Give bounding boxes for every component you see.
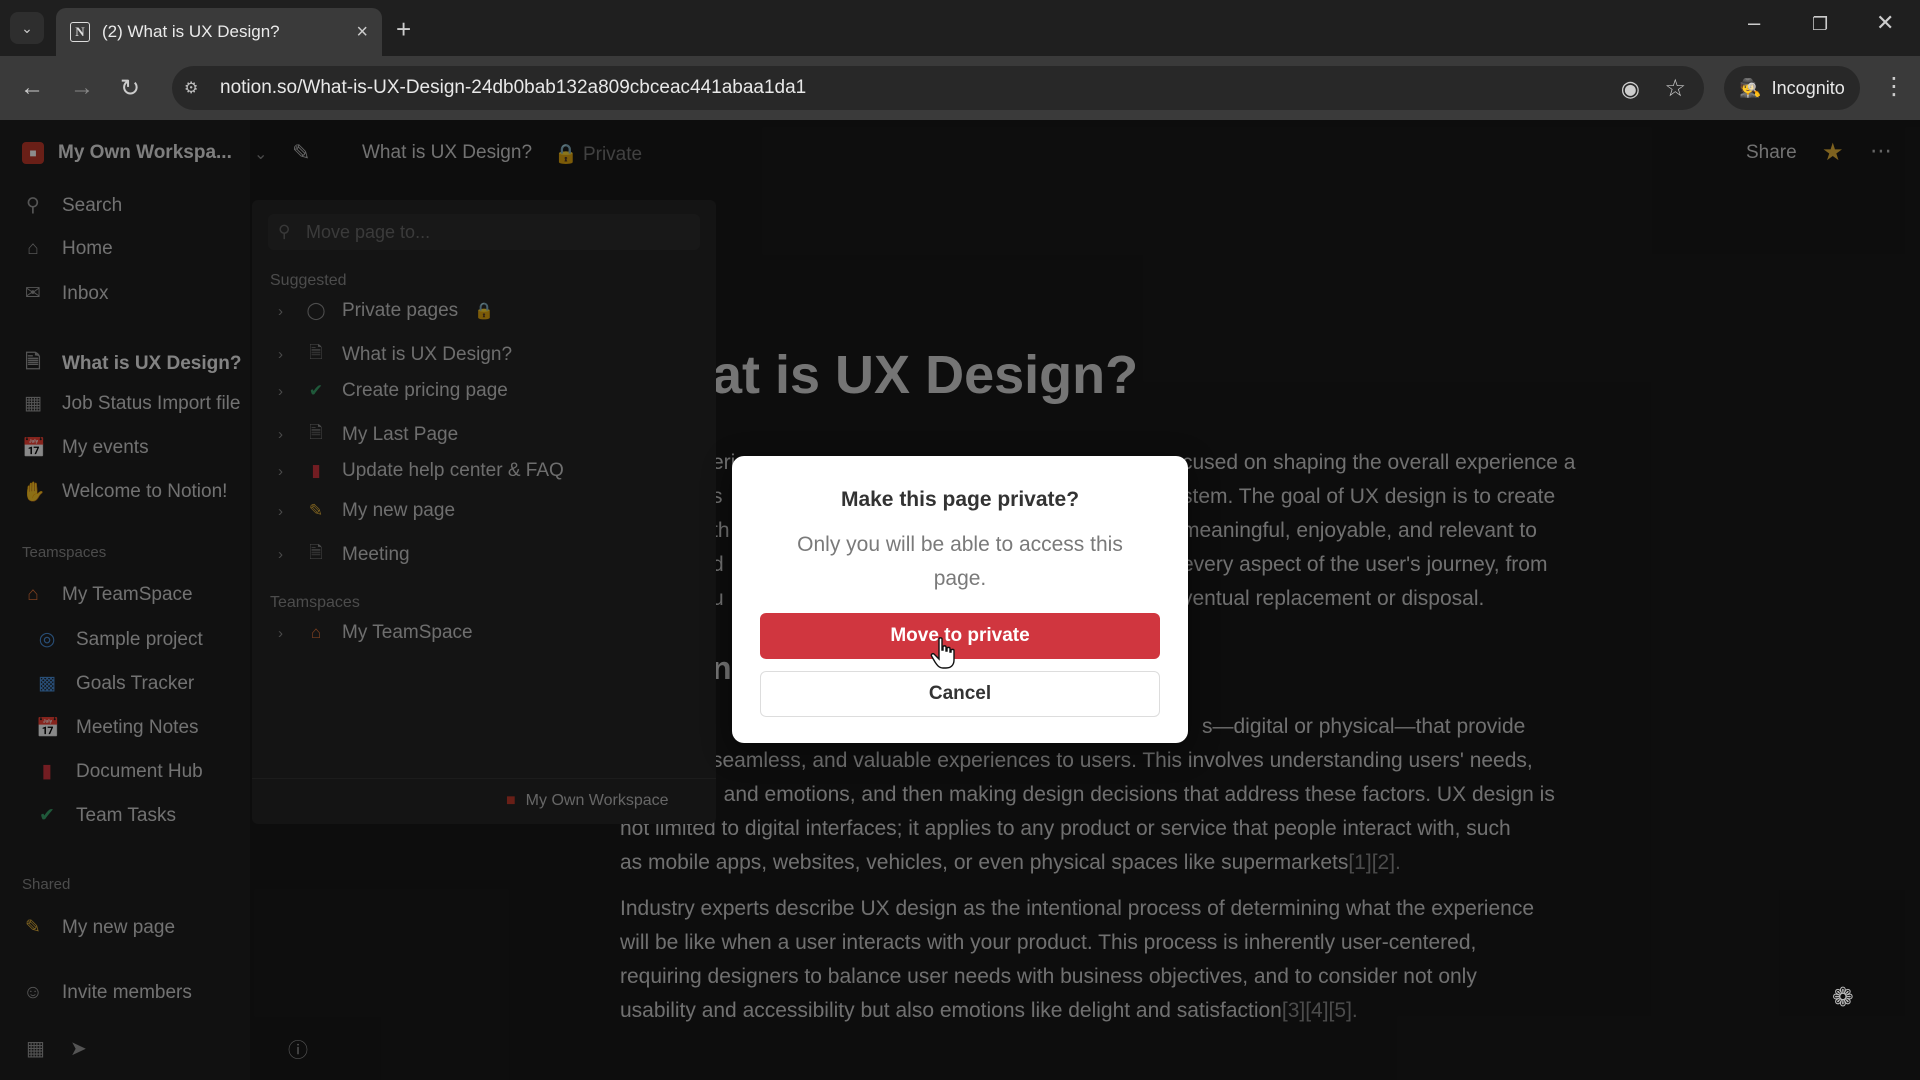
browser-toolbar: ← → ↻ ⚙ notion.so/What-is-UX-Design-24db…	[0, 56, 1920, 120]
chevron-down-icon: ⌄	[21, 19, 33, 36]
make-private-dialog: Make this page private? Only you will be…	[732, 456, 1188, 743]
hand-cursor-icon	[930, 637, 955, 669]
dialog-description: Only you will be able to access this pag…	[797, 533, 1123, 590]
browser-tabbar: ⌄ N (2) What is UX Design? × + – ❐ ✕	[0, 0, 1920, 56]
incognito-label: Incognito	[1771, 77, 1845, 98]
incognito-icon: 🕵	[1739, 77, 1762, 98]
address-bar[interactable]: ⚙ notion.so/What-is-UX-Design-24db0bab13…	[172, 66, 1704, 110]
eye-off-icon[interactable]: ◉	[1621, 76, 1640, 102]
browser-menu-icon[interactable]: ⋮	[1882, 72, 1906, 101]
bookmark-star-icon[interactable]: ☆	[1664, 74, 1686, 103]
new-tab-button[interactable]: +	[396, 14, 411, 45]
restore-icon[interactable]: ❐	[1812, 14, 1828, 35]
notion-favicon-icon: N	[70, 22, 90, 42]
browser-tab[interactable]: N (2) What is UX Design? ×	[56, 8, 382, 56]
close-icon[interactable]: ×	[356, 21, 368, 44]
site-info-icon[interactable]: ⚙	[184, 78, 204, 98]
close-window-icon[interactable]: ✕	[1876, 10, 1894, 36]
tab-title: (2) What is UX Design?	[102, 22, 280, 41]
dialog-title: Make this page private?	[840, 488, 1080, 511]
cancel-button[interactable]: Cancel	[760, 671, 1160, 717]
forward-icon[interactable]: →	[70, 74, 94, 102]
ai-assistant-icon[interactable]: ❁	[1832, 982, 1854, 1013]
url-text: notion.so/What-is-UX-Design-24db0bab132a…	[220, 77, 807, 98]
minimize-icon[interactable]: –	[1748, 10, 1760, 36]
back-icon[interactable]: ←	[20, 74, 44, 102]
reload-icon[interactable]: ↻	[120, 74, 140, 103]
move-to-private-button[interactable]: Move to private	[760, 613, 1160, 659]
incognito-indicator[interactable]: 🕵 Incognito	[1724, 66, 1860, 110]
tab-search-button[interactable]: ⌄	[10, 12, 44, 44]
